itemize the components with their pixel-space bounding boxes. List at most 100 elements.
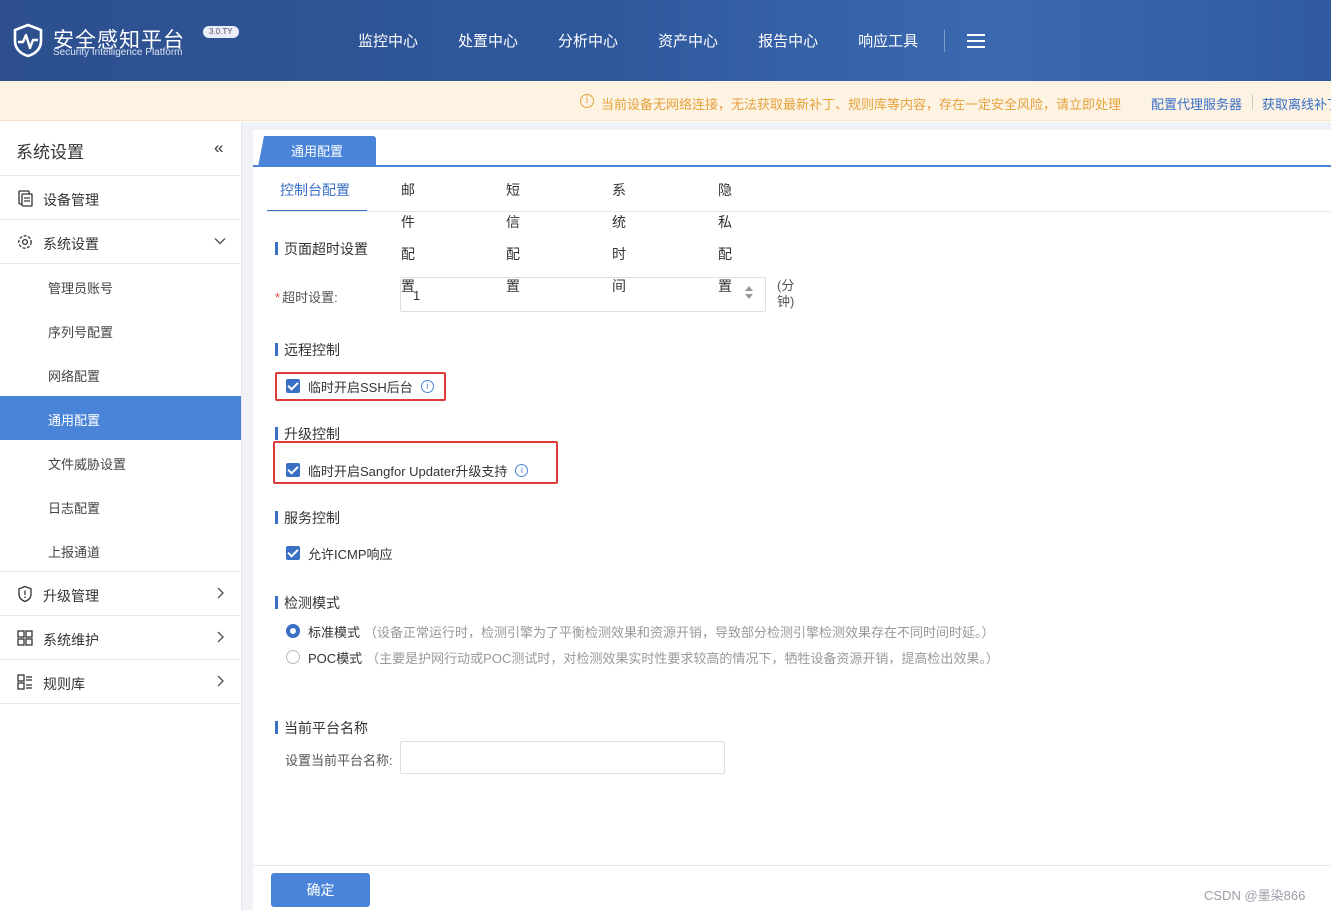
updater-checkbox-row: 临时开启Sangfor Updater升级支持 i — [286, 460, 529, 480]
chevron-right-icon — [217, 631, 224, 643]
main-nav: 监控中心 处置中心 分析中心 资产中心 报告中心 响应工具 — [340, 0, 986, 81]
radio-label: 标准模式 — [308, 624, 361, 640]
sidebar-group-label: 升级管理 — [43, 588, 99, 604]
sidebar-item-label: 文件威胁设置 — [48, 457, 127, 472]
sidebar-group-system-settings[interactable]: 系统设置 — [0, 220, 241, 264]
radio-label: POC模式 — [308, 650, 363, 666]
stepper-up-icon[interactable] — [745, 286, 753, 291]
gear-icon — [18, 235, 32, 249]
notice-divider — [1252, 95, 1253, 109]
hamburger-icon[interactable] — [967, 33, 986, 48]
sidebar-item-label: 日志配置 — [48, 501, 101, 516]
sidebar-item-network-config[interactable]: 网络配置 — [0, 352, 241, 396]
section-title-platform: 当前平台名称 — [275, 718, 368, 738]
device-icon — [18, 190, 33, 207]
configure-proxy-link[interactable]: 配置代理服务器 — [1151, 94, 1242, 113]
sidebar-group-rules[interactable]: 规则库 — [0, 660, 241, 704]
sidebar-item-serial-number[interactable]: 序列号配置 — [0, 308, 241, 352]
timeout-input[interactable]: 1 — [400, 277, 766, 312]
platform-name-label: 设置当前平台名称: — [285, 753, 393, 768]
sidebar-item-file-threat[interactable]: 文件威胁设置 — [0, 440, 241, 484]
sidebar-item-label: 通用配置 — [48, 413, 101, 428]
offline-patch-link[interactable]: 获取离线补丁 — [1262, 94, 1331, 113]
settings-panel: 通用配置 控制台配置 邮件配置 短信配置 系统时间 隐私配置 页面超时设置 * 超… — [253, 130, 1331, 865]
chevron-right-icon — [217, 587, 224, 599]
logo-icon — [13, 23, 43, 58]
top-tab-strip: 通用配置 — [253, 130, 1331, 167]
sidebar-item-log-config[interactable]: 日志配置 — [0, 484, 241, 528]
radio-button[interactable] — [286, 650, 300, 664]
nav-divider — [944, 29, 946, 52]
ssh-checkbox-row: 临时开启SSH后台 i — [286, 376, 434, 396]
nav-disposal[interactable]: 处置中心 — [458, 30, 518, 51]
required-mark: * — [275, 290, 281, 305]
radio-standard-mode[interactable]: 标准模式 （设备正常运行时，检测引擎为了平衡检测效果和资源开销，导致部分检测引擎… — [286, 621, 995, 641]
brand-subtitle: Security Intelligence Platform — [53, 47, 183, 58]
sidebar-item-label: 序列号配置 — [48, 325, 114, 340]
grid-icon — [17, 630, 33, 646]
icmp-checkbox[interactable] — [286, 546, 300, 560]
chevron-right-icon — [217, 675, 224, 687]
section-title-service: 服务控制 — [275, 508, 340, 528]
sidebar-group-label: 系统设置 — [43, 236, 99, 252]
nav-reports[interactable]: 报告中心 — [758, 30, 818, 51]
radio-description: （主要是护网行动或POC测试时，对检测效果实时性要求较高的情况下，牺牲设备资源开… — [366, 650, 999, 666]
sidebar-group-device[interactable]: 设备管理 — [0, 176, 241, 220]
ssh-checkbox-label: 临时开启SSH后台 — [308, 379, 413, 395]
tab-general-config[interactable]: 通用配置 — [258, 136, 376, 167]
section-title-detect: 检测模式 — [275, 593, 340, 613]
shield-icon — [18, 585, 32, 603]
nav-analysis[interactable]: 分析中心 — [558, 30, 618, 51]
tab-system-time[interactable]: 系统时间 — [612, 174, 626, 294]
tab-sms-config[interactable]: 短信配置 — [506, 174, 520, 294]
ssh-checkbox[interactable] — [286, 379, 300, 393]
sidebar-group-label: 设备管理 — [43, 192, 99, 208]
main-content: 通用配置 控制台配置 邮件配置 短信配置 系统时间 隐私配置 页面超时设置 * 超… — [242, 122, 1331, 910]
radio-poc-mode[interactable]: POC模式 （主要是护网行动或POC测试时，对检测效果实时性要求较高的情况下，牺… — [286, 647, 999, 667]
sidebar-item-general-config[interactable]: 通用配置 — [0, 396, 241, 440]
radio-button-selected[interactable] — [286, 624, 300, 638]
rules-icon — [17, 674, 32, 690]
timeout-unit: (分钟) — [777, 278, 795, 309]
top-navbar: 安全感知平台 Security Intelligence Platform 3.… — [0, 0, 1331, 81]
section-title-timeout: 页面超时设置 — [275, 239, 368, 259]
nav-response-tools[interactable]: 响应工具 — [858, 30, 918, 51]
nav-monitor[interactable]: 监控中心 — [358, 30, 418, 51]
sidebar-title: 系统设置 — [16, 143, 84, 162]
tab-console-config[interactable]: 控制台配置 — [267, 174, 367, 212]
form-footer: 确定 — [253, 865, 1331, 910]
section-title-remote: 远程控制 — [275, 340, 340, 360]
network-warning-bar: i 当前设备无网络连接，无法获取最新补丁、规则库等内容，存在一定安全风险，请立即… — [0, 81, 1331, 121]
warning-text: 当前设备无网络连接，无法获取最新补丁、规则库等内容，存在一定安全风险，请立即处理 — [601, 97, 1122, 112]
confirm-button[interactable]: 确定 — [271, 873, 370, 907]
sidebar-item-label: 网络配置 — [48, 369, 101, 384]
sidebar-group-maintenance[interactable]: 系统维护 — [0, 616, 241, 660]
platform-name-input[interactable] — [400, 741, 725, 774]
sidebar: 系统设置 « 设备管理 系统设置 管理员账号 序列号配置 网络配置 通用配置 文… — [0, 122, 242, 910]
sidebar-item-admin-account[interactable]: 管理员账号 — [0, 264, 241, 308]
icmp-checkbox-label: 允许ICMP响应 — [308, 546, 393, 562]
number-stepper[interactable] — [745, 286, 755, 302]
info-icon[interactable]: i — [515, 463, 529, 477]
info-icon[interactable]: i — [420, 379, 434, 393]
sidebar-group-label: 系统维护 — [43, 632, 99, 648]
tab-privacy-config[interactable]: 隐私配置 — [718, 174, 732, 294]
radio-description: （设备正常运行时，检测引擎为了平衡检测效果和资源开销，导致部分检测引擎检测效果存… — [364, 624, 995, 640]
sidebar-item-report-channel[interactable]: 上报通道 — [0, 528, 241, 572]
collapse-icon[interactable]: « — [214, 138, 223, 158]
updater-checkbox-label: 临时开启Sangfor Updater升级支持 — [308, 463, 508, 479]
icmp-checkbox-row: 允许ICMP响应 — [286, 543, 393, 563]
sidebar-item-label: 上报通道 — [48, 545, 101, 560]
tab-mail-config[interactable]: 邮件配置 — [401, 174, 415, 294]
watermark: CSDN @墨染866 — [1204, 888, 1306, 903]
sidebar-group-label: 规则库 — [43, 676, 85, 692]
timeout-label: * 超时设置: — [275, 287, 338, 306]
chevron-down-icon — [214, 238, 226, 245]
stepper-down-icon[interactable] — [745, 294, 753, 299]
updater-checkbox[interactable] — [286, 463, 300, 477]
nav-assets[interactable]: 资产中心 — [658, 30, 718, 51]
timeout-value: 1 — [413, 288, 421, 303]
tab-divider — [267, 211, 1331, 212]
timeout-label-text: 超时设置: — [282, 290, 338, 305]
sidebar-group-upgrade[interactable]: 升级管理 — [0, 572, 241, 616]
